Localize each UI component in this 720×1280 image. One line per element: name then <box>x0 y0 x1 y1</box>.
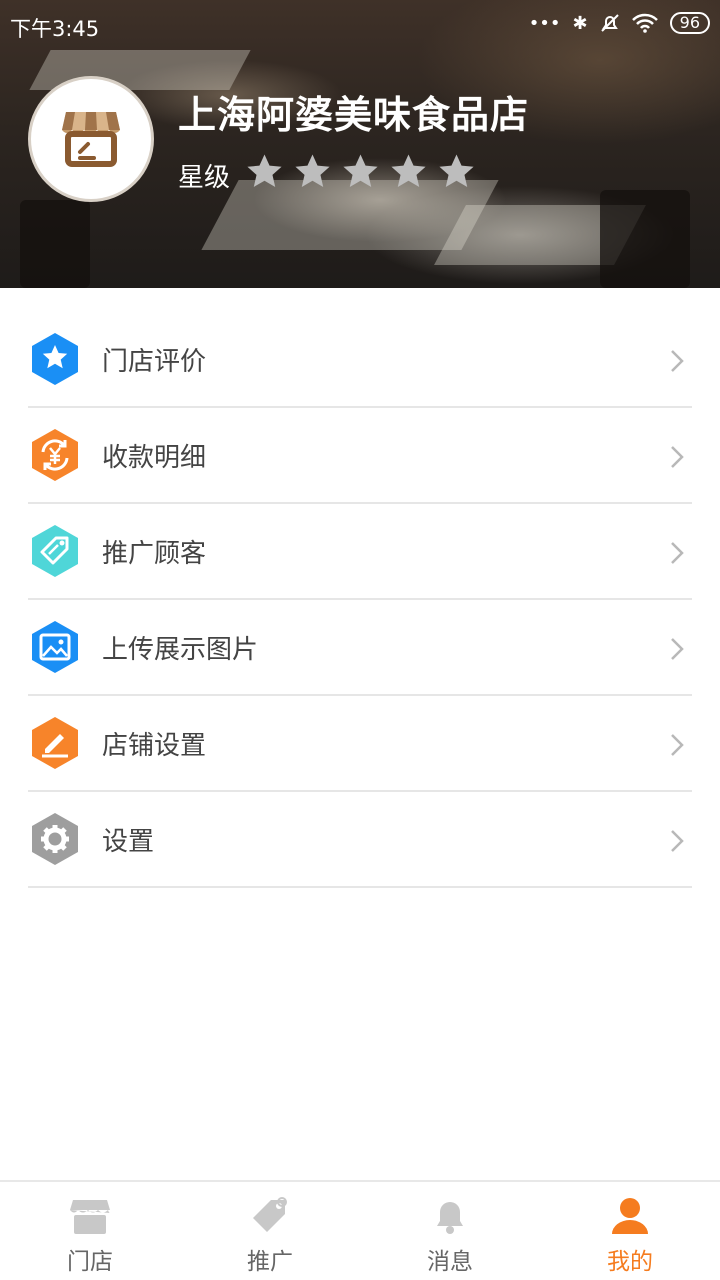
tag-icon <box>32 525 78 577</box>
yuan-exchange-icon <box>32 429 78 481</box>
pencil-icon <box>32 717 78 769</box>
gear-icon <box>32 813 78 865</box>
star-icon <box>247 154 282 187</box>
status-time: 下午3:45 <box>10 17 100 41</box>
menu-item-label: 店铺设置 <box>102 730 207 761</box>
store-name: 上海阿婆美味食品店 <box>178 93 530 137</box>
menu-item[interactable]: 设置 <box>28 792 692 888</box>
battery-indicator: 96 <box>669 12 710 34</box>
menu-item[interactable]: 推广顾客 <box>28 504 692 600</box>
menu-list: 门店评价收款明细推广顾客上传展示图片 店铺设置设置 <box>28 312 692 888</box>
background-chair <box>600 190 690 288</box>
menu-item-label: 收款明细 <box>102 442 207 473</box>
status-icons: ••• ✱ 96 <box>529 12 710 34</box>
nav-tab-label: 我的 <box>607 1249 653 1275</box>
bell-icon <box>437 1202 463 1234</box>
menu-item-label: 设置 <box>102 826 155 857</box>
nav-tab-label: 消息 <box>427 1249 473 1275</box>
menu-item-label: 门店评价 <box>102 346 207 377</box>
user-icon <box>612 1198 648 1234</box>
nav-tab-label: 门店 <box>67 1249 113 1275</box>
chevron-right-icon <box>671 350 684 372</box>
status-bar: 下午3:45 ••• ✱ 96 <box>0 0 720 50</box>
image-icon <box>32 621 78 673</box>
menu-item[interactable]: 门店评价 <box>28 312 692 408</box>
storefront-icon <box>62 112 120 167</box>
chevron-right-icon <box>671 734 684 756</box>
more-dots-icon: ••• <box>528 12 561 34</box>
star-icon <box>32 333 78 385</box>
wifi-icon <box>631 13 658 33</box>
chevron-right-icon <box>671 830 684 852</box>
menu-item-label: 推广顾客 <box>102 538 207 569</box>
chevron-right-icon <box>671 638 684 660</box>
star-rating <box>245 152 476 191</box>
tag-icon <box>253 1197 287 1232</box>
chevron-right-icon <box>671 446 684 468</box>
chevron-right-icon <box>671 542 684 564</box>
nav-tab[interactable]: 门店 <box>0 1182 180 1280</box>
mute-bell-icon <box>600 14 619 32</box>
menu-item[interactable]: 上传展示图片 <box>28 600 692 696</box>
star-icon <box>343 154 378 187</box>
bluetooth-icon: ✱ <box>572 12 588 34</box>
menu-item[interactable]: 收款明细 <box>28 408 692 504</box>
star-icon <box>295 154 330 187</box>
menu-item-label: 上传展示图片 <box>102 634 259 665</box>
store-header: 下午3:45 ••• ✱ 96 上海阿婆美味食品店 星级 <box>0 0 720 288</box>
nav-tab[interactable]: 推广 <box>180 1182 360 1280</box>
nav-tab[interactable]: 消息 <box>360 1182 540 1280</box>
bottom-nav: 门店 推广 消息 我的 <box>0 1180 720 1280</box>
store-logo[interactable] <box>28 76 154 202</box>
background-chair <box>20 200 90 288</box>
star-icon <box>439 154 474 187</box>
nav-tab-label: 推广 <box>247 1249 293 1275</box>
menu-item[interactable]: 店铺设置 <box>28 696 692 792</box>
star-icon <box>391 154 426 187</box>
rating-label: 星级 <box>178 163 231 193</box>
nav-tab[interactable]: 我的 <box>540 1182 720 1280</box>
store-icon <box>70 1200 110 1234</box>
